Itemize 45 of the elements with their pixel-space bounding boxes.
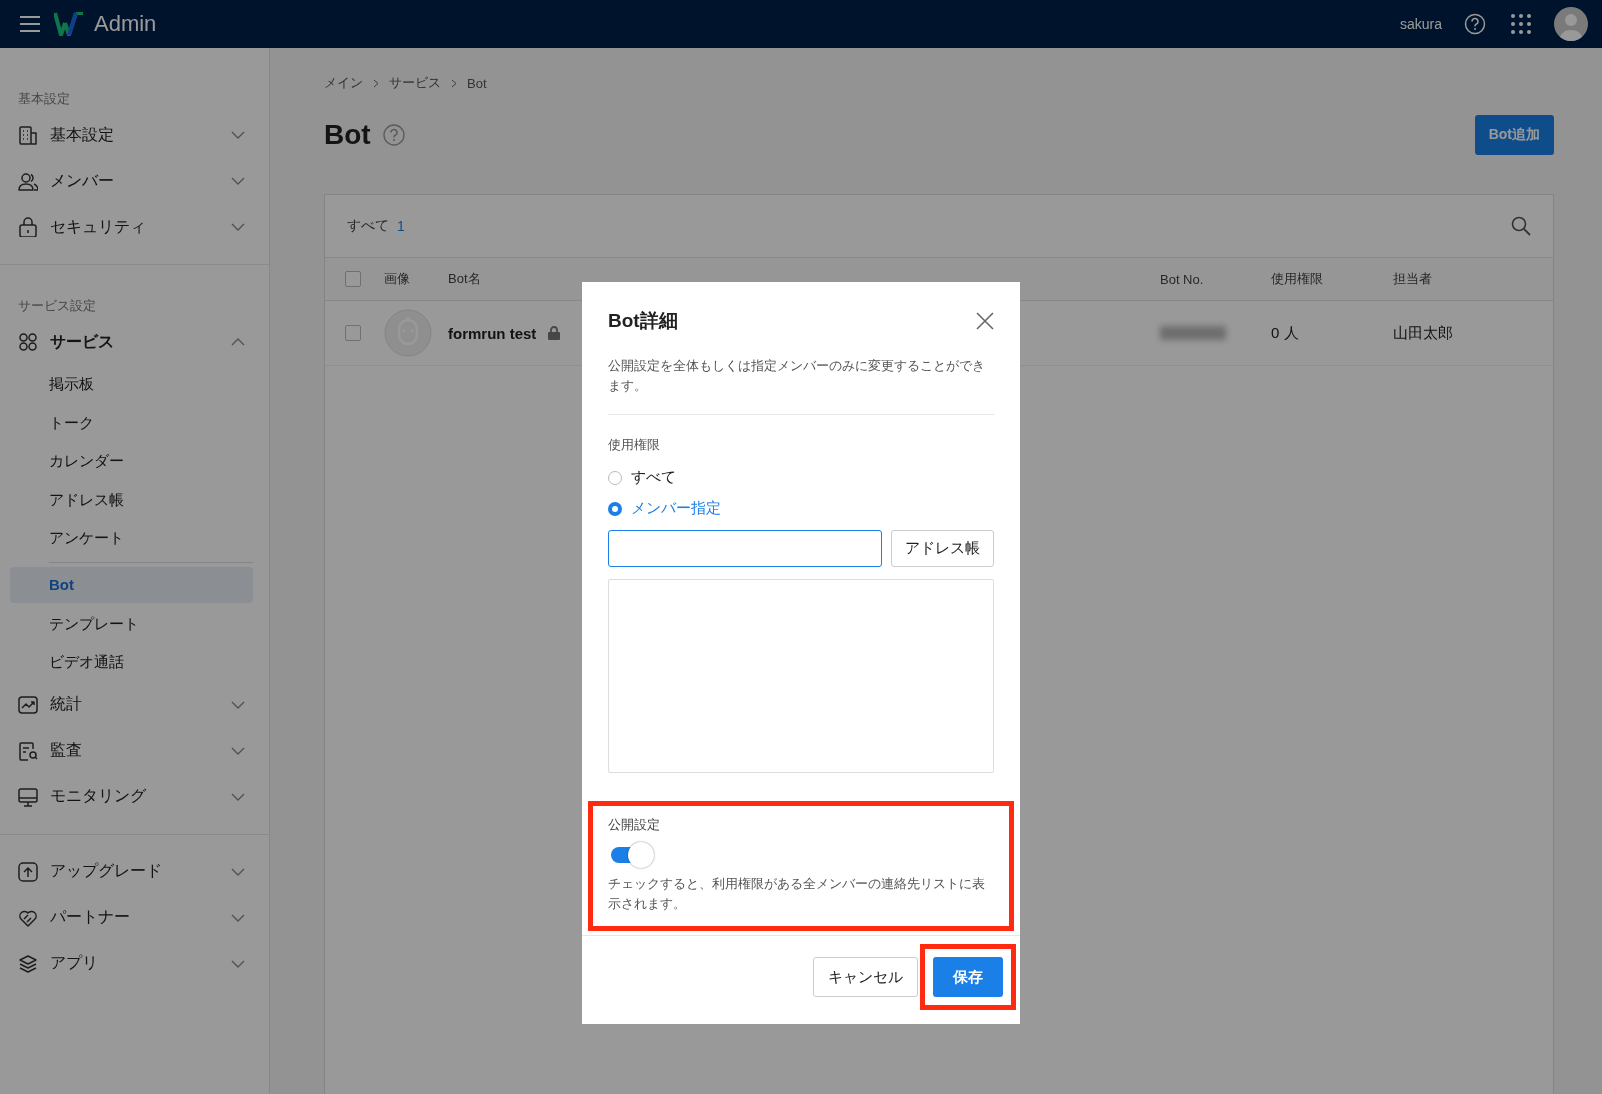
table-cell[interactable]: formrun test xyxy=(448,324,537,342)
field-label: 公開設定 xyxy=(608,817,660,834)
sidebar-item[interactable]: アップグレード xyxy=(0,848,269,895)
sidebar-subitem[interactable]: アンケート xyxy=(10,519,253,558)
column-header: 使用権限 xyxy=(1271,270,1323,288)
column-header: 画像 xyxy=(384,270,410,288)
user-name[interactable]: sakura xyxy=(1399,16,1442,32)
sidebar-item[interactable]: パートナー xyxy=(0,894,269,941)
field-label: 使用権限 xyxy=(608,437,660,454)
app-name: Admin xyxy=(94,11,157,37)
sidebar-subitem[interactable]: カレンダー xyxy=(10,442,253,481)
sidebar-item[interactable]: モニタリング xyxy=(0,773,269,820)
sidebar-item[interactable]: セキュリティ xyxy=(0,204,269,250)
breadcrumb-item[interactable]: サービス xyxy=(389,74,441,92)
cancel-button[interactable]: キャンセル xyxy=(813,957,918,997)
table-cell: 0 人 xyxy=(1271,323,1299,343)
radio-label[interactable]: すべて xyxy=(631,468,676,487)
table-cell: 山田太郎 xyxy=(1393,323,1453,343)
breadcrumb-item: Bot xyxy=(467,75,487,91)
sidebar-subitem[interactable]: 掲示板 xyxy=(10,365,253,404)
sidebar-subitem[interactable]: テンプレート xyxy=(10,604,253,643)
sidebar-item[interactable]: 監査 xyxy=(0,727,269,774)
column-header: Bot名 xyxy=(448,270,481,288)
sidebar-item[interactable]: アプリ xyxy=(0,940,269,987)
section-label: 基本設定 xyxy=(17,90,71,108)
sidebar-subitem[interactable]: トーク xyxy=(10,403,253,442)
modal-description: 公開設定を全体もしくは指定メンバーのみに変更することができます。 xyxy=(608,356,994,415)
sidebar-subitem[interactable]: ビデオ通話 xyxy=(10,643,253,682)
save-button[interactable]: 保存 xyxy=(933,957,1003,997)
modal-title: Bot詳細 xyxy=(608,309,679,333)
section-label: サービス設定 xyxy=(17,297,97,315)
sidebar-subitem[interactable]: アドレス帳 xyxy=(10,480,253,519)
sidebar-item[interactable]: サービス xyxy=(0,319,269,365)
filter-tab[interactable]: すべて xyxy=(347,217,389,235)
sidebar-item[interactable]: メンバー xyxy=(0,158,269,204)
radio-label[interactable]: メンバー指定 xyxy=(631,499,721,518)
help-text: チェックすると、利用権限がある全メンバーの連絡先リストに表示されます。 xyxy=(608,876,986,913)
address-book-button[interactable]: アドレス帳 xyxy=(891,530,994,567)
breadcrumb-item[interactable]: メイン xyxy=(324,74,363,92)
page-title: Bot xyxy=(324,119,371,151)
sidebar-item[interactable]: 統計 xyxy=(0,681,269,728)
column-header: Bot No. xyxy=(1160,271,1204,287)
column-header: 担当者 xyxy=(1393,270,1432,288)
sidebar-item[interactable]: 基本設定 xyxy=(0,112,269,158)
count-label: 1 xyxy=(397,218,405,234)
